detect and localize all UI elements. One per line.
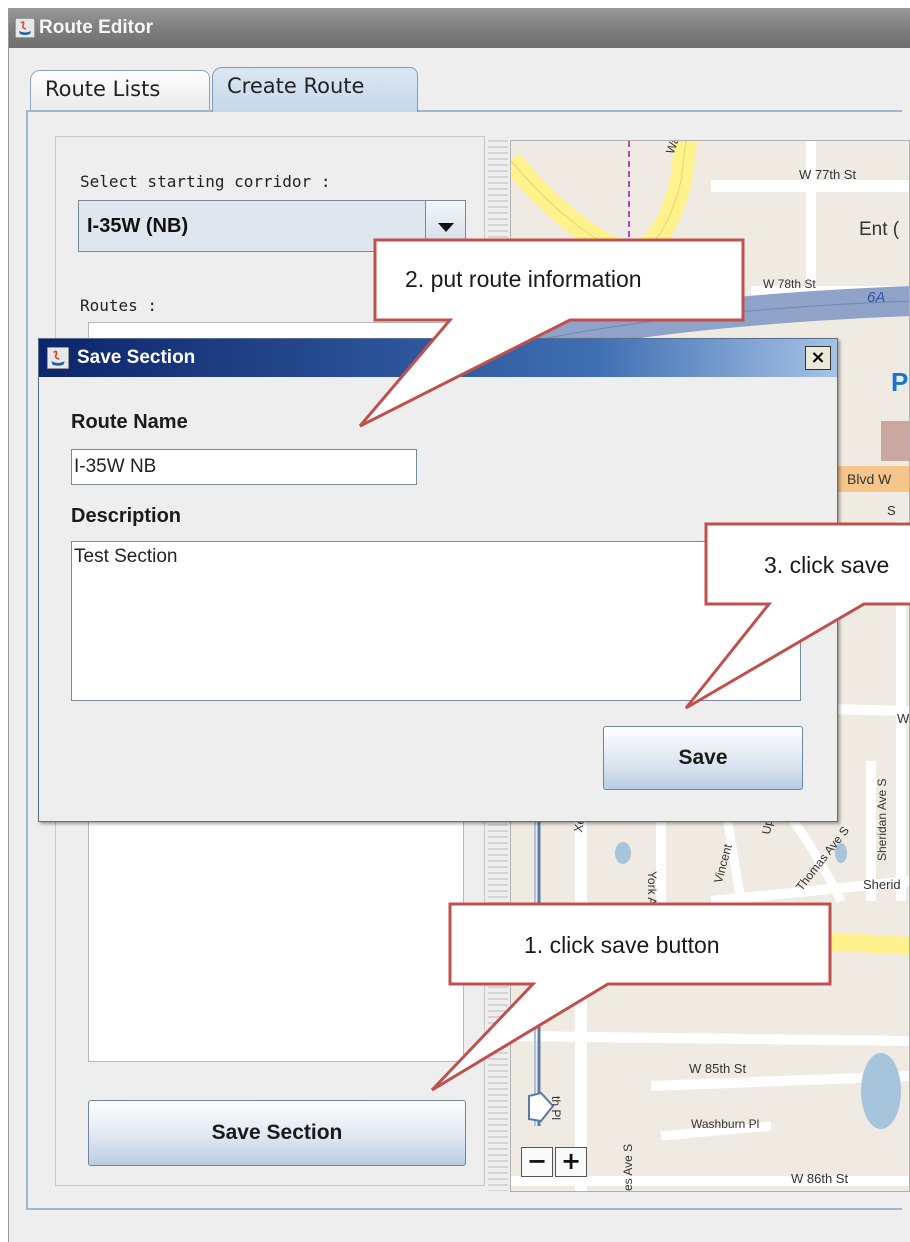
map-label-w86: W 86th St [791, 1171, 849, 1186]
callout-step1: 1. click save button [428, 902, 838, 1094]
map-label-p: P [891, 367, 909, 397]
route-name-label: Route Name [71, 411, 188, 433]
map-label-ent: Ent ( [859, 219, 900, 240]
map-label-w: W [897, 711, 910, 726]
map-label-w78: W 78th St [763, 277, 816, 291]
zoom-in-button[interactable]: + [555, 1147, 587, 1177]
java-icon [47, 347, 69, 369]
dialog-title: Save Section [77, 347, 196, 368]
callout-step1-text: 1. click save button [524, 932, 720, 958]
tab-route-lists[interactable]: Route Lists [30, 70, 210, 110]
callout-step2: 2. put route information [355, 238, 745, 428]
close-icon[interactable]: × [805, 346, 831, 370]
map-label-6a: 6A [867, 289, 886, 306]
chevron-down-icon [438, 223, 454, 232]
map-label-sheridan: Sheridan Ave S [875, 778, 889, 861]
window-titlebar[interactable]: Route Editor [9, 8, 910, 48]
save-button[interactable]: Save [603, 726, 803, 790]
callout-step3: 3. click save [684, 522, 910, 712]
tab-create-route[interactable]: Create Route [212, 67, 418, 112]
zoom-out-button[interactable]: − [521, 1147, 553, 1177]
tab-label: Create Route [227, 74, 365, 98]
callout-step2-text: 2. put route information [405, 266, 642, 292]
map-label-s: S [887, 503, 896, 518]
save-section-button[interactable]: Save Section [88, 1100, 466, 1166]
map-label-washburnpl: Washburn Pl [691, 1117, 760, 1131]
window-title: Route Editor [39, 17, 153, 38]
corridor-value: I-35W (NB) [87, 215, 189, 237]
map-label-blvd: Blvd W [847, 471, 892, 487]
callout-step1-shape [430, 902, 832, 1092]
java-icon [15, 18, 35, 38]
description-label: Description [71, 505, 182, 527]
corridor-label: Select starting corridor : [80, 172, 331, 191]
callout-step3-text: 3. click save [764, 552, 890, 578]
map-label-w77: W 77th St [799, 167, 857, 182]
callout-step3-shape [684, 522, 910, 710]
tab-label: Route Lists [45, 77, 161, 101]
map-label-ave-s: es Ave S [621, 1143, 635, 1191]
route-name-input[interactable] [71, 449, 417, 485]
map-label-th-pl: th Pl [549, 1096, 563, 1121]
map-label-sherid: Sherid [863, 877, 901, 892]
routes-label: Routes : [80, 296, 158, 315]
